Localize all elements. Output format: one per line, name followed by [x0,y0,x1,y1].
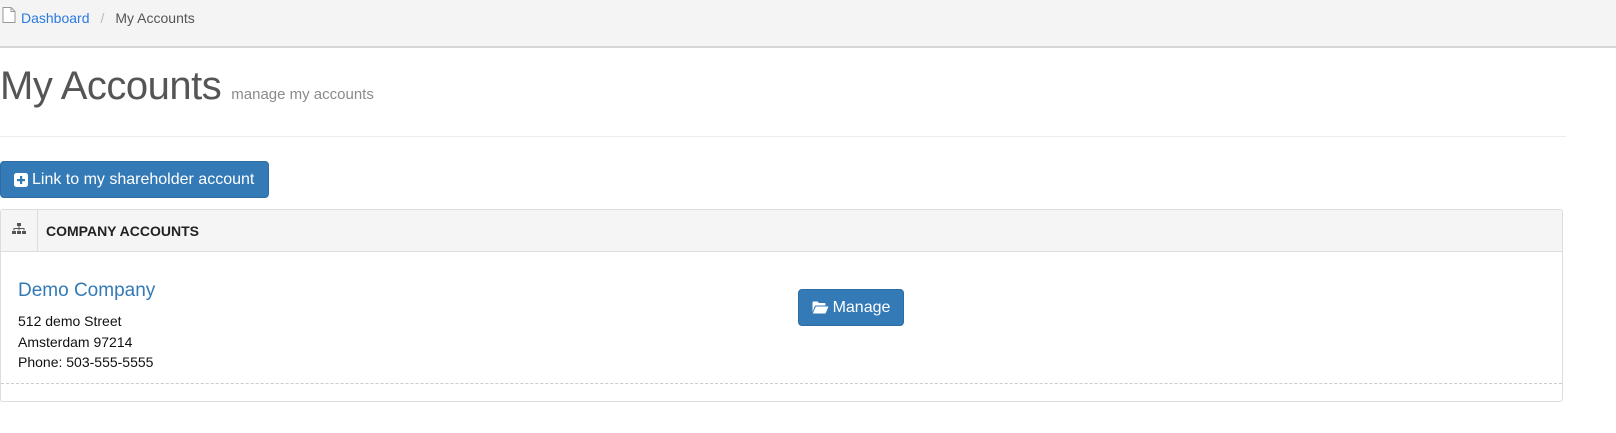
company-name-link[interactable]: Demo Company [18,280,155,302]
breadcrumb-current: My Accounts [115,10,195,26]
company-row-divider [1,383,1562,384]
panel-heading: COMPANY ACCOUNTS [1,210,1562,252]
header-divider [0,136,1566,137]
panel-title: COMPANY ACCOUNTS [46,223,199,239]
page-header: My Accounts manage my accounts [0,64,1616,109]
breadcrumb-bar: Dashboard / My Accounts [0,0,1616,48]
page-title: My Accounts [0,64,222,108]
company-address-line1: 512 demo Street [18,313,122,329]
page-subtitle: manage my accounts [231,86,374,103]
company-phone: Phone: 503-555-5555 [18,354,154,370]
folder-open-icon [812,301,829,314]
breadcrumb: Dashboard / My Accounts [2,7,195,26]
breadcrumb-dashboard-link[interactable]: Dashboard [21,10,90,26]
company-address-line2: Amsterdam 97214 [18,334,133,350]
link-shareholder-account-button[interactable]: Link to my shareholder account [0,161,269,198]
panel-icon-cell [1,210,38,251]
manage-button-label: Manage [832,298,891,316]
company-accounts-panel: COMPANY ACCOUNTS Demo Company 512 demo S… [0,209,1563,402]
sitemap-icon [12,222,26,240]
manage-button[interactable]: Manage [798,289,904,326]
breadcrumb-separator: / [100,10,105,26]
link-shareholder-account-label: Link to my shareholder account [32,170,255,188]
document-icon [2,7,16,23]
plus-square-icon [14,172,28,187]
